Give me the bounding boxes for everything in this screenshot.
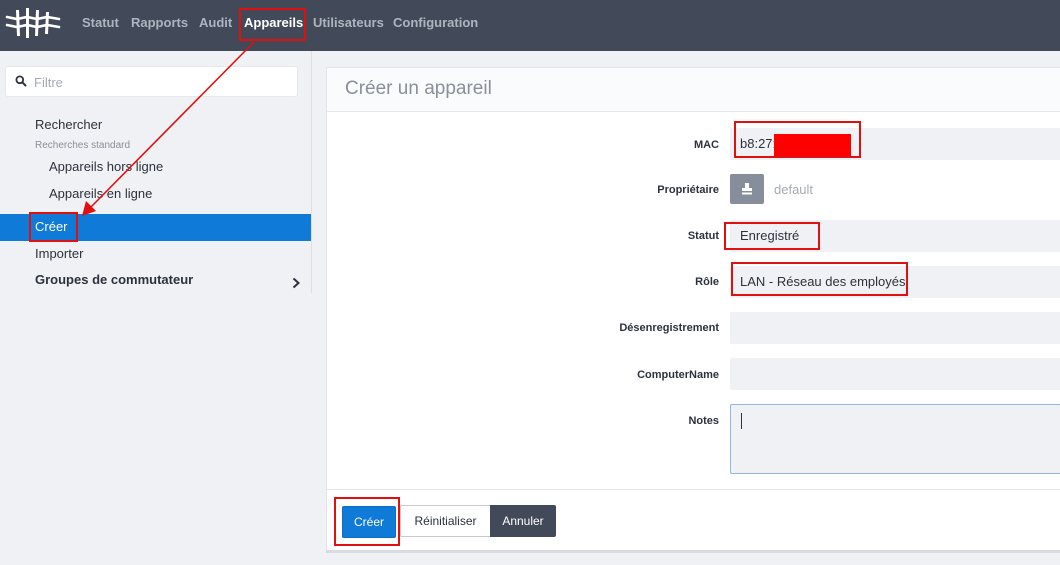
highlight-create-button	[334, 497, 400, 546]
search-icon	[15, 75, 27, 87]
nav-audit[interactable]: Audit	[199, 15, 232, 31]
computer-name-field[interactable]	[730, 358, 1060, 390]
filter-input[interactable]	[34, 73, 284, 91]
owner-default-button[interactable]	[730, 174, 764, 204]
label-role: Rôle	[695, 276, 719, 288]
owner-placeholder: default	[774, 182, 814, 197]
top-navbar: Statut Rapports Audit Appareils Utilisat…	[0, 0, 1060, 51]
label-status: Statut	[687, 230, 719, 242]
label-unregistration: Désenregistrement	[619, 322, 719, 334]
nav-statut[interactable]: Statut	[82, 15, 119, 31]
label-computer-name: ComputerName	[637, 369, 719, 381]
owner-field[interactable]: default	[764, 174, 1060, 204]
create-device-panel: Créer un appareil MAC b8:27: Propriétair…	[326, 67, 1060, 551]
reset-button[interactable]: Réinitialiser	[400, 505, 491, 537]
unregistration-field[interactable]	[730, 312, 1060, 344]
sidebar-section-standard-searches: Recherches standard	[35, 140, 131, 151]
page-title: Créer un appareil	[345, 78, 492, 99]
sidebar-item-offline[interactable]: Appareils hors ligne	[49, 159, 163, 175]
panel-header: Créer un appareil	[327, 68, 1060, 112]
highlight-appareils	[239, 8, 306, 41]
label-mac: MAC	[693, 139, 719, 151]
panel-bottom-shadow	[326, 550, 1060, 553]
label-owner: Propriétaire	[657, 184, 719, 196]
app-root: Statut Rapports Audit Appareils Utilisat…	[0, 0, 1060, 565]
chevron-right-icon[interactable]	[291, 277, 301, 289]
packetfence-logo-icon[interactable]	[5, 6, 61, 40]
highlight-sidebar-create	[29, 212, 78, 242]
panel-footer-divider	[327, 489, 1060, 490]
nav-utilisateurs[interactable]: Utilisateurs	[313, 15, 384, 31]
nav-rapports[interactable]: Rapports	[131, 15, 188, 31]
highlight-role	[731, 262, 908, 296]
notes-textarea[interactable]	[730, 404, 1060, 474]
nav-configuration[interactable]: Configuration	[393, 15, 478, 31]
stamp-icon	[742, 183, 752, 195]
sidebar-divider	[311, 51, 312, 293]
cancel-button[interactable]: Annuler	[490, 505, 556, 537]
sidebar-item-rechercher[interactable]: Rechercher	[35, 117, 102, 133]
highlight-status	[724, 222, 820, 250]
label-notes: Notes	[688, 415, 719, 427]
sidebar-item-import[interactable]: Importer	[35, 246, 83, 262]
sidebar-item-switch-groups[interactable]: Groupes de commutateur	[35, 272, 193, 288]
sidebar-filter[interactable]	[5, 66, 298, 97]
highlight-mac	[734, 121, 861, 158]
sidebar-item-online[interactable]: Appareils en ligne	[49, 186, 152, 202]
text-caret	[741, 413, 742, 429]
